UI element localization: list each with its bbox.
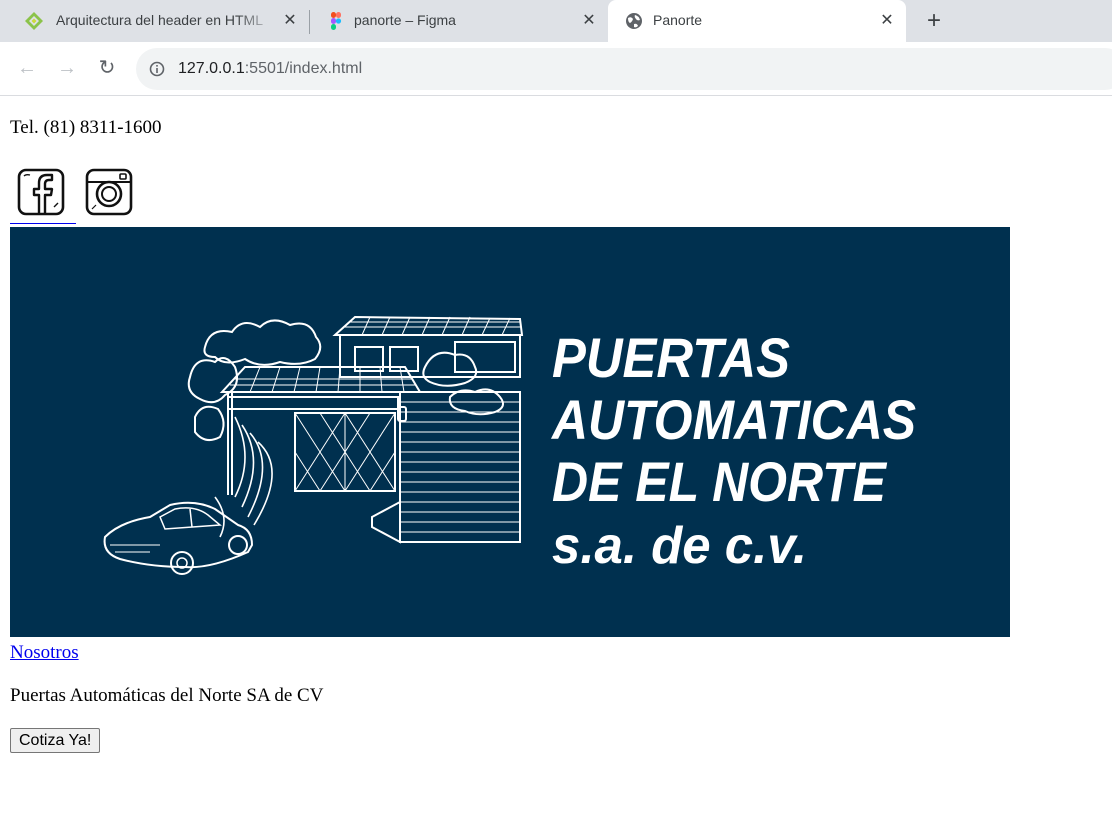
company-tagline: Puertas Automáticas del Norte SA de CV	[10, 685, 324, 706]
browser-toolbar: ← → ↻ 127.0.0.1:5501/index.html	[0, 42, 1112, 96]
tab-title: panorte – Figma	[354, 12, 456, 28]
address-host: 127.0.0.1	[178, 60, 245, 77]
tab-close-icon[interactable]: ✕	[282, 13, 298, 29]
phone-number: Tel. (81) 8311-1600	[10, 117, 162, 138]
new-tab-icon[interactable]: +	[922, 9, 946, 34]
banner-line: PUERTAS	[552, 326, 790, 389]
web-page: Tel. (81) 8311-1600 PUERTAS AUTOMATICAS …	[0, 97, 1112, 827]
facebook-icon	[17, 168, 65, 216]
tab-close-icon[interactable]: ✕	[581, 13, 597, 29]
reload-icon[interactable]: ↻	[95, 56, 119, 80]
back-arrow-icon[interactable]: ←	[15, 56, 39, 80]
address-bar[interactable]: 127.0.0.1:5501/index.html	[136, 48, 1112, 90]
tab-title: Arquitectura del header en HTML	[56, 12, 263, 28]
banner-line: DE EL NORTE	[552, 450, 887, 513]
globe-icon	[626, 13, 642, 29]
banner-line: AUTOMATICAS	[550, 388, 916, 451]
green-diamond-icon	[25, 12, 43, 30]
banner-line: s.a. de c.v.	[552, 517, 807, 575]
browser-tab-panorte[interactable]: Panorte ✕	[608, 0, 906, 42]
browser-tab-arquitectura[interactable]: Arquitectura del header en HTML ✕	[0, 0, 308, 42]
tab-close-icon[interactable]: ✕	[879, 13, 895, 29]
company-banner: PUERTAS AUTOMATICAS DE EL NORTE s.a. de …	[10, 227, 1010, 637]
facebook-link[interactable]	[10, 163, 76, 224]
browser-tabstrip: Arquitectura del header en HTML ✕ panort…	[0, 0, 1112, 42]
address-path: :5501/index.html	[244, 60, 363, 77]
forward-arrow-icon[interactable]: →	[55, 56, 79, 80]
quote-button[interactable]: Cotiza Ya!	[10, 728, 101, 753]
info-icon[interactable]	[149, 61, 165, 77]
address-url: 127.0.0.1:5501/index.html	[178, 60, 362, 78]
instagram-link[interactable]	[76, 163, 133, 223]
figma-icon	[331, 12, 342, 30]
browser-tab-figma[interactable]: panorte – Figma ✕	[310, 0, 606, 42]
instagram-icon	[85, 168, 133, 216]
tab-title: Panorte	[653, 12, 703, 28]
nav-link-nosotros[interactable]: Nosotros	[10, 642, 79, 664]
